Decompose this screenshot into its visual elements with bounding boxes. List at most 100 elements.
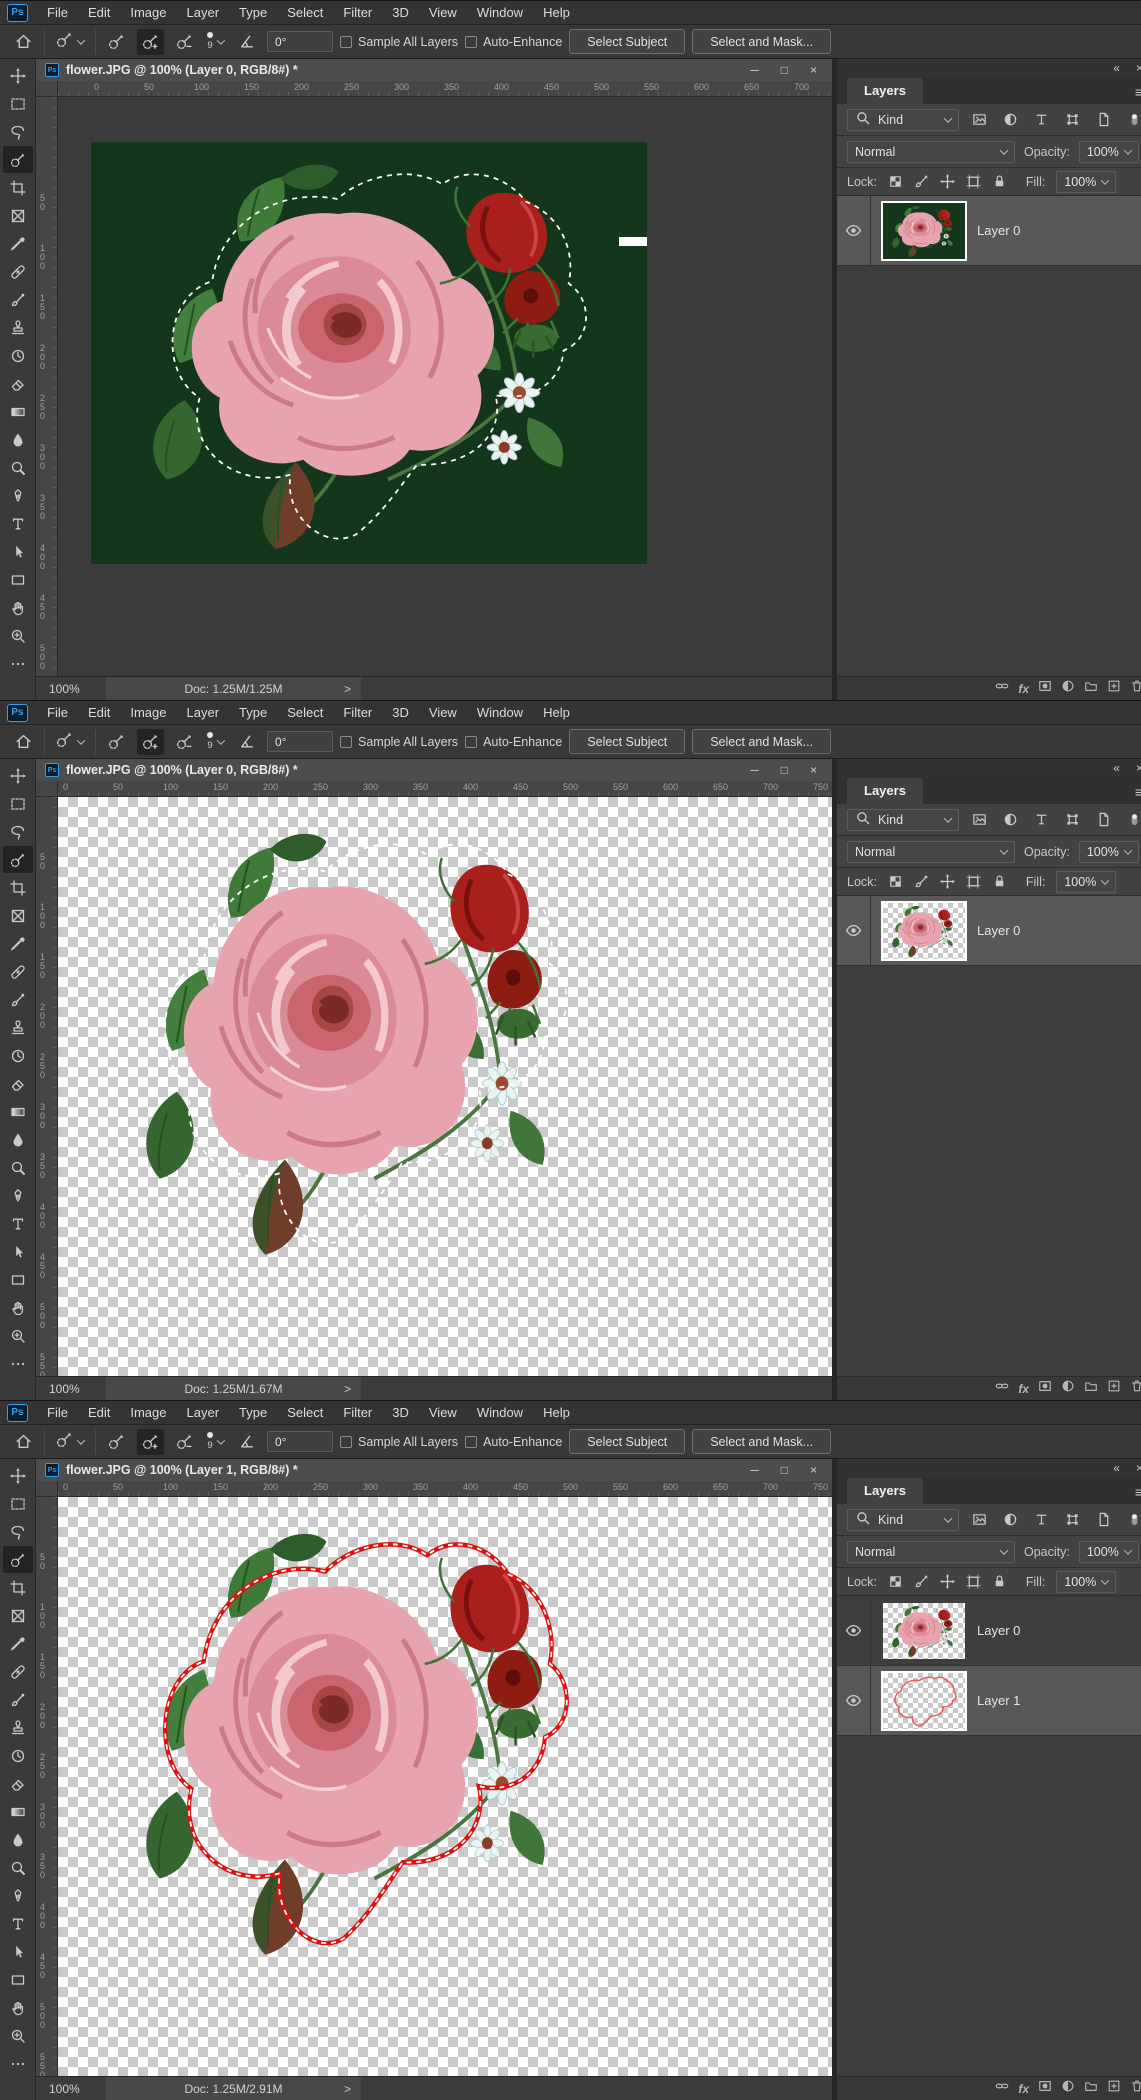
opacity-dropdown[interactable]: 100% (1078, 140, 1139, 163)
menu-edit[interactable]: Edit (78, 1, 120, 24)
new-layer-button[interactable] (1107, 2079, 1121, 2098)
link-layers-button[interactable] (995, 2079, 1009, 2098)
tool-quick-selection[interactable] (2, 846, 33, 873)
zoom-level-field[interactable]: 100% (36, 677, 106, 700)
tool-gradient[interactable] (3, 1098, 33, 1125)
tool-history-brush[interactable] (3, 1742, 33, 1769)
menu-view[interactable]: View (419, 1401, 467, 1424)
menu-help[interactable]: Help (533, 1, 580, 24)
link-layers-button[interactable] (995, 1379, 1009, 1398)
tab-layers[interactable]: Layers (847, 78, 923, 104)
lock-transparency-button[interactable] (888, 1574, 903, 1589)
menu-help[interactable]: Help (533, 701, 580, 724)
tool-spot-healing[interactable] (3, 258, 33, 285)
tool-quick-selection[interactable] (2, 1546, 33, 1573)
document-title-bar[interactable]: Ps flower.JPG @ 100% (Layer 1, RGB/8#) *… (36, 1459, 832, 1481)
tool-rectangle[interactable] (3, 1266, 33, 1293)
tool-rectangle[interactable] (3, 566, 33, 593)
new-adjustment-layer-button[interactable] (1061, 1379, 1075, 1398)
menu-window[interactable]: Window (467, 701, 533, 724)
menu-type[interactable]: Type (229, 1, 277, 24)
menu-edit[interactable]: Edit (78, 1401, 120, 1424)
tool-hand[interactable] (3, 1294, 33, 1321)
tool-frame[interactable] (3, 902, 33, 929)
opacity-dropdown[interactable]: 100% (1078, 840, 1139, 863)
filter-smart-objects-button[interactable] (1092, 109, 1114, 131)
menu-view[interactable]: View (419, 1, 467, 24)
tool-edit-toolbar[interactable] (3, 1350, 33, 1377)
tool-frame[interactable] (3, 202, 33, 229)
filter-adjustment-layers-button[interactable] (999, 1509, 1021, 1531)
tool-clone-stamp[interactable] (3, 314, 33, 341)
auto-enhance-checkbox[interactable]: Auto-Enhance (465, 1435, 562, 1449)
tool-zoom[interactable] (3, 1322, 33, 1349)
menu-select[interactable]: Select (277, 1, 333, 24)
filter-shape-layers-button[interactable] (1061, 809, 1083, 831)
tool-rectangle[interactable] (3, 1966, 33, 1993)
tab-layers[interactable]: Layers (847, 778, 923, 804)
blend-mode-dropdown[interactable]: Normal (847, 840, 1015, 863)
menu-select[interactable]: Select (277, 701, 333, 724)
lock-all-button[interactable] (992, 1574, 1007, 1589)
tool-lasso[interactable] (3, 818, 33, 845)
tool-dodge[interactable] (3, 454, 33, 481)
filter-shape-layers-button[interactable] (1061, 1509, 1083, 1531)
tool-preset-picker[interactable] (52, 1431, 88, 1453)
blend-mode-dropdown[interactable]: Normal (847, 140, 1015, 163)
fill-dropdown[interactable]: 100% (1056, 870, 1117, 893)
tool-path-selection[interactable] (3, 1938, 33, 1965)
filter-smart-objects-button[interactable] (1092, 1509, 1114, 1531)
tool-quick-selection[interactable] (2, 146, 33, 173)
sample-all-layers-checkbox[interactable]: Sample All Layers (340, 735, 458, 749)
lock-position-button[interactable] (939, 174, 955, 189)
select-and-mask-button[interactable]: Select and Mask... (692, 29, 832, 54)
link-layers-button[interactable] (995, 679, 1009, 698)
menu-filter[interactable]: Filter (333, 701, 382, 724)
tool-type[interactable] (3, 1910, 33, 1937)
delete-layer-button[interactable] (1130, 2079, 1141, 2098)
tool-gradient[interactable] (3, 398, 33, 425)
tool-lasso[interactable] (3, 1518, 33, 1545)
close-button[interactable]: × (810, 759, 817, 781)
layer-style-button[interactable]: fx (1018, 2082, 1029, 2096)
sample-all-layers-checkbox[interactable]: Sample All Layers (340, 1435, 458, 1449)
lock-transparency-button[interactable] (888, 874, 903, 889)
tool-brush[interactable] (3, 1686, 33, 1713)
tool-preset-picker[interactable] (52, 731, 88, 753)
sample-all-layers-checkbox[interactable]: Sample All Layers (340, 35, 458, 49)
tool-gradient[interactable] (3, 1798, 33, 1825)
lock-artboard-button[interactable] (966, 174, 981, 189)
home-button[interactable] (10, 29, 37, 55)
tool-path-selection[interactable] (3, 538, 33, 565)
tool-rectangular-marquee[interactable] (3, 90, 33, 117)
add-to-selection-button[interactable] (137, 728, 164, 755)
delete-layer-button[interactable] (1130, 679, 1141, 698)
tool-rectangular-marquee[interactable] (3, 1490, 33, 1517)
menu-layer[interactable]: Layer (177, 1401, 230, 1424)
tool-history-brush[interactable] (3, 1042, 33, 1069)
select-and-mask-button[interactable]: Select and Mask... (692, 729, 832, 754)
close-button[interactable]: × (810, 1459, 817, 1481)
status-options-chevron[interactable]: > (344, 682, 351, 696)
tool-spot-healing[interactable] (3, 958, 33, 985)
filter-kind-dropdown[interactable]: Kind (847, 108, 959, 131)
menu-filter[interactable]: Filter (333, 1401, 382, 1424)
subtract-from-selection-button[interactable] (171, 29, 198, 55)
layer-visibility-toggle[interactable] (837, 1666, 871, 1735)
menu-window[interactable]: Window (467, 1401, 533, 1424)
select-subject-button[interactable]: Select Subject (569, 29, 686, 54)
maximize-button[interactable]: □ (781, 759, 788, 781)
blend-mode-dropdown[interactable]: Normal (847, 1540, 1015, 1563)
tool-spot-healing[interactable] (3, 1658, 33, 1685)
status-options-chevron[interactable]: > (344, 1382, 351, 1396)
tool-lasso[interactable] (3, 118, 33, 145)
filter-pixel-layers-button[interactable] (968, 1509, 990, 1531)
new-selection-button[interactable] (103, 729, 130, 755)
layer-row-layer-0[interactable]: Layer 0 (837, 896, 1141, 966)
tool-blur[interactable] (3, 1126, 33, 1153)
layer-thumbnail[interactable] (881, 1670, 967, 1731)
tool-move[interactable] (3, 762, 33, 789)
panel-menu-button[interactable]: ≡ (1123, 1484, 1141, 1504)
new-selection-button[interactable] (103, 29, 130, 55)
add-mask-button[interactable] (1038, 2079, 1052, 2098)
